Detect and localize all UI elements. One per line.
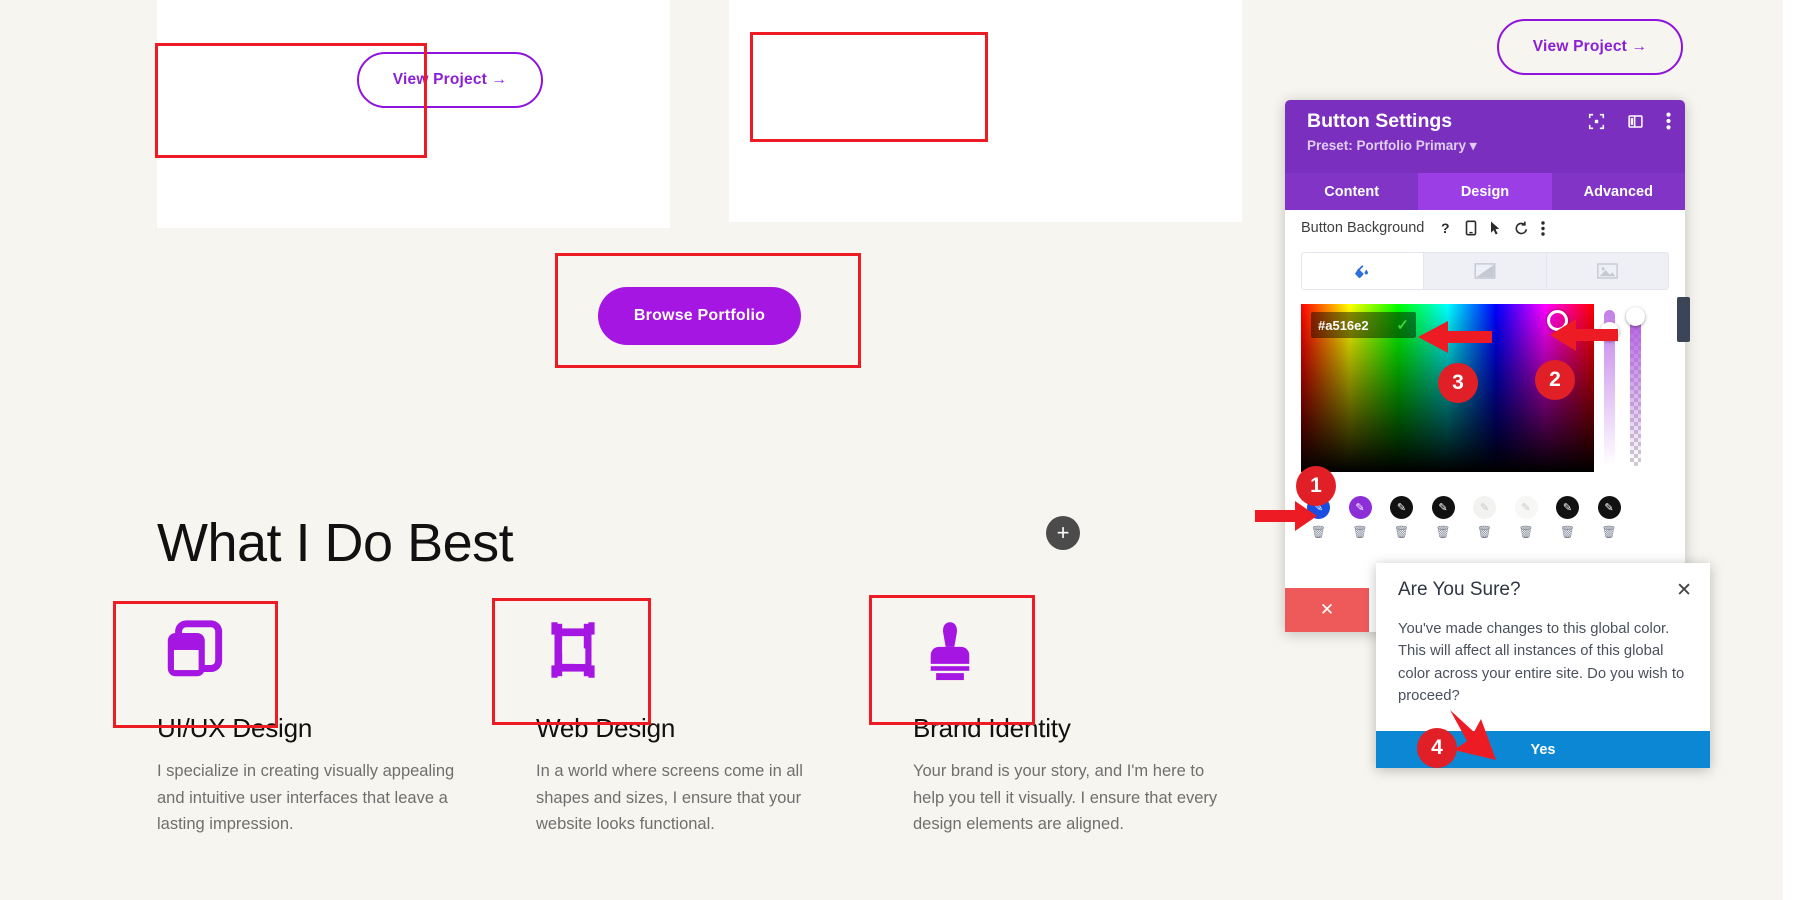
service-desc-uiux: I specialize in creating visually appeal…: [157, 758, 477, 838]
portfolio-card-1-text: every aspect of Trinity Beauty's aesthet…: [195, 0, 635, 4]
view-project-button-2[interactable]: View Project →: [1497, 19, 1683, 75]
reset-icon[interactable]: [1514, 220, 1529, 236]
step-badge-4: 4: [1417, 728, 1457, 768]
panel-title: Button Settings: [1307, 110, 1452, 133]
right-gutter: [1783, 0, 1800, 900]
swatch-item: ✎ 🗑: [1550, 496, 1585, 539]
gradient-icon[interactable]: [1424, 253, 1546, 289]
global-color-swatch-8[interactable]: ✎: [1598, 496, 1621, 519]
delete-swatch-icon[interactable]: 🗑: [1394, 525, 1409, 539]
annotation-arrow-1: [1255, 500, 1317, 532]
panel-header: Button Settings Preset: Portfolio Primar…: [1285, 100, 1685, 173]
tab-content[interactable]: Content: [1285, 173, 1418, 210]
button-background-field-row: Button Background ?: [1285, 210, 1685, 246]
opacity-slider-knob[interactable]: [1626, 307, 1645, 326]
panel-tabs: Content Design Advanced: [1285, 173, 1685, 210]
global-color-swatch-5[interactable]: ✎: [1473, 496, 1496, 519]
help-icon[interactable]: ?: [1440, 220, 1453, 236]
layout-frame-icon: [536, 600, 876, 700]
delete-swatch-icon[interactable]: 🗑: [1435, 525, 1450, 539]
service-title-brand: Brand Identity: [913, 713, 1253, 744]
service-title-webdesign: Web Design: [536, 713, 876, 744]
annotation-arrow-4: [1448, 708, 1510, 766]
hex-confirm-icon[interactable]: ✓: [1396, 316, 1409, 334]
delete-swatch-icon[interactable]: 🗑: [1477, 525, 1492, 539]
global-color-swatch-2[interactable]: ✎: [1349, 496, 1372, 519]
focus-target-icon[interactable]: [1588, 113, 1605, 130]
delete-swatch-icon[interactable]: 🗑: [1601, 525, 1616, 539]
svg-text:?: ?: [1441, 220, 1450, 236]
delete-swatch-icon[interactable]: 🗑: [1518, 525, 1533, 539]
delete-swatch-icon[interactable]: 🗑: [1352, 525, 1367, 539]
tab-advanced[interactable]: Advanced: [1552, 173, 1685, 210]
stamp-icon: [913, 600, 1253, 700]
service-desc-webdesign: In a world where screens come in all sha…: [536, 758, 856, 838]
browse-portfolio-button[interactable]: Browse Portfolio: [598, 287, 801, 345]
swatch-item: ✎ 🗑: [1509, 496, 1544, 539]
pencil-icon: ✎: [1480, 501, 1489, 514]
pencil-icon: ✎: [1604, 501, 1613, 514]
mobile-icon[interactable]: [1465, 220, 1477, 236]
service-title-uiux: UI/UX Design: [157, 713, 497, 744]
opacity-slider[interactable]: [1630, 310, 1641, 466]
step-badge-1: 1: [1296, 466, 1336, 506]
more-vertical-icon[interactable]: [1541, 221, 1545, 236]
close-icon[interactable]: ✕: [1676, 579, 1692, 602]
cancel-button[interactable]: ✕: [1285, 588, 1369, 632]
page-title: What I Do Best: [157, 512, 513, 574]
global-color-swatches: ✎ 🗑 ✎ 🗑 ✎ 🗑 ✎ 🗑 ✎ 🗑 ✎ 🗑 ✎ 🗑 ✎ 🗑: [1301, 496, 1627, 539]
portfolio-card-2: designs that resonated with the target a…: [729, 0, 1242, 222]
swatch-item: ✎ 🗑: [1592, 496, 1627, 539]
add-module-button[interactable]: +: [1046, 516, 1080, 550]
pencil-icon: ✎: [1563, 501, 1572, 514]
step-badge-3: 3: [1438, 363, 1478, 403]
cursor-icon[interactable]: [1489, 220, 1502, 236]
button-settings-panel: Button Settings Preset: Portfolio Primar…: [1285, 100, 1685, 632]
hex-value[interactable]: #a516e2: [1318, 318, 1369, 333]
panel-scrollbar[interactable]: [1677, 297, 1690, 342]
global-color-swatch-7[interactable]: ✎: [1556, 496, 1579, 519]
pencil-icon: ✎: [1438, 501, 1447, 514]
delete-swatch-icon[interactable]: 🗑: [1560, 525, 1575, 539]
pencil-icon: ✎: [1355, 501, 1364, 514]
global-color-swatch-6[interactable]: ✎: [1515, 496, 1538, 519]
view-project-button-1[interactable]: View Project →: [357, 52, 543, 108]
button-background-label: Button Background: [1301, 220, 1424, 236]
hex-input-chip[interactable]: #a516e2 ✓: [1311, 312, 1416, 338]
annotation-arrow-3: [1418, 320, 1492, 354]
layout-columns-icon[interactable]: [1627, 113, 1644, 130]
swatch-item: ✎ 🗑: [1426, 496, 1461, 539]
confirm-dialog-body: You've made changes to this global color…: [1398, 618, 1690, 708]
service-desc-brand: Your brand is your story, and I'm here t…: [913, 758, 1233, 838]
pencil-icon: ✎: [1521, 501, 1530, 514]
paint-bucket-icon[interactable]: [1302, 253, 1424, 289]
service-item-uiux: UI/UX Design I specialize in creating vi…: [157, 600, 497, 838]
confirm-dialog-title: Are You Sure?: [1398, 579, 1521, 601]
swatch-item: ✎ 🗑: [1467, 496, 1502, 539]
annotation-arrow-2: [1550, 318, 1618, 352]
swatch-item: ✎ 🗑: [1384, 496, 1419, 539]
global-color-swatch-3[interactable]: ✎: [1390, 496, 1413, 519]
global-color-swatch-4[interactable]: ✎: [1432, 496, 1455, 519]
step-badge-2: 2: [1535, 360, 1575, 400]
panel-header-icons: [1588, 112, 1671, 130]
tab-design[interactable]: Design: [1418, 173, 1551, 210]
swatch-item: ✎ 🗑: [1343, 496, 1378, 539]
background-type-tabs: [1301, 252, 1669, 290]
portfolio-card-1: every aspect of Trinity Beauty's aesthet…: [157, 0, 670, 228]
panel-preset-selector[interactable]: Preset: Portfolio Primary ▾: [1307, 138, 1477, 154]
more-vertical-icon[interactable]: [1666, 112, 1671, 130]
layers-icon: [157, 600, 497, 700]
image-icon[interactable]: [1547, 253, 1668, 289]
service-item-webdesign: Web Design In a world where screens come…: [536, 600, 876, 838]
pencil-icon: ✎: [1397, 501, 1406, 514]
service-item-brand: Brand Identity Your brand is your story,…: [913, 600, 1253, 838]
